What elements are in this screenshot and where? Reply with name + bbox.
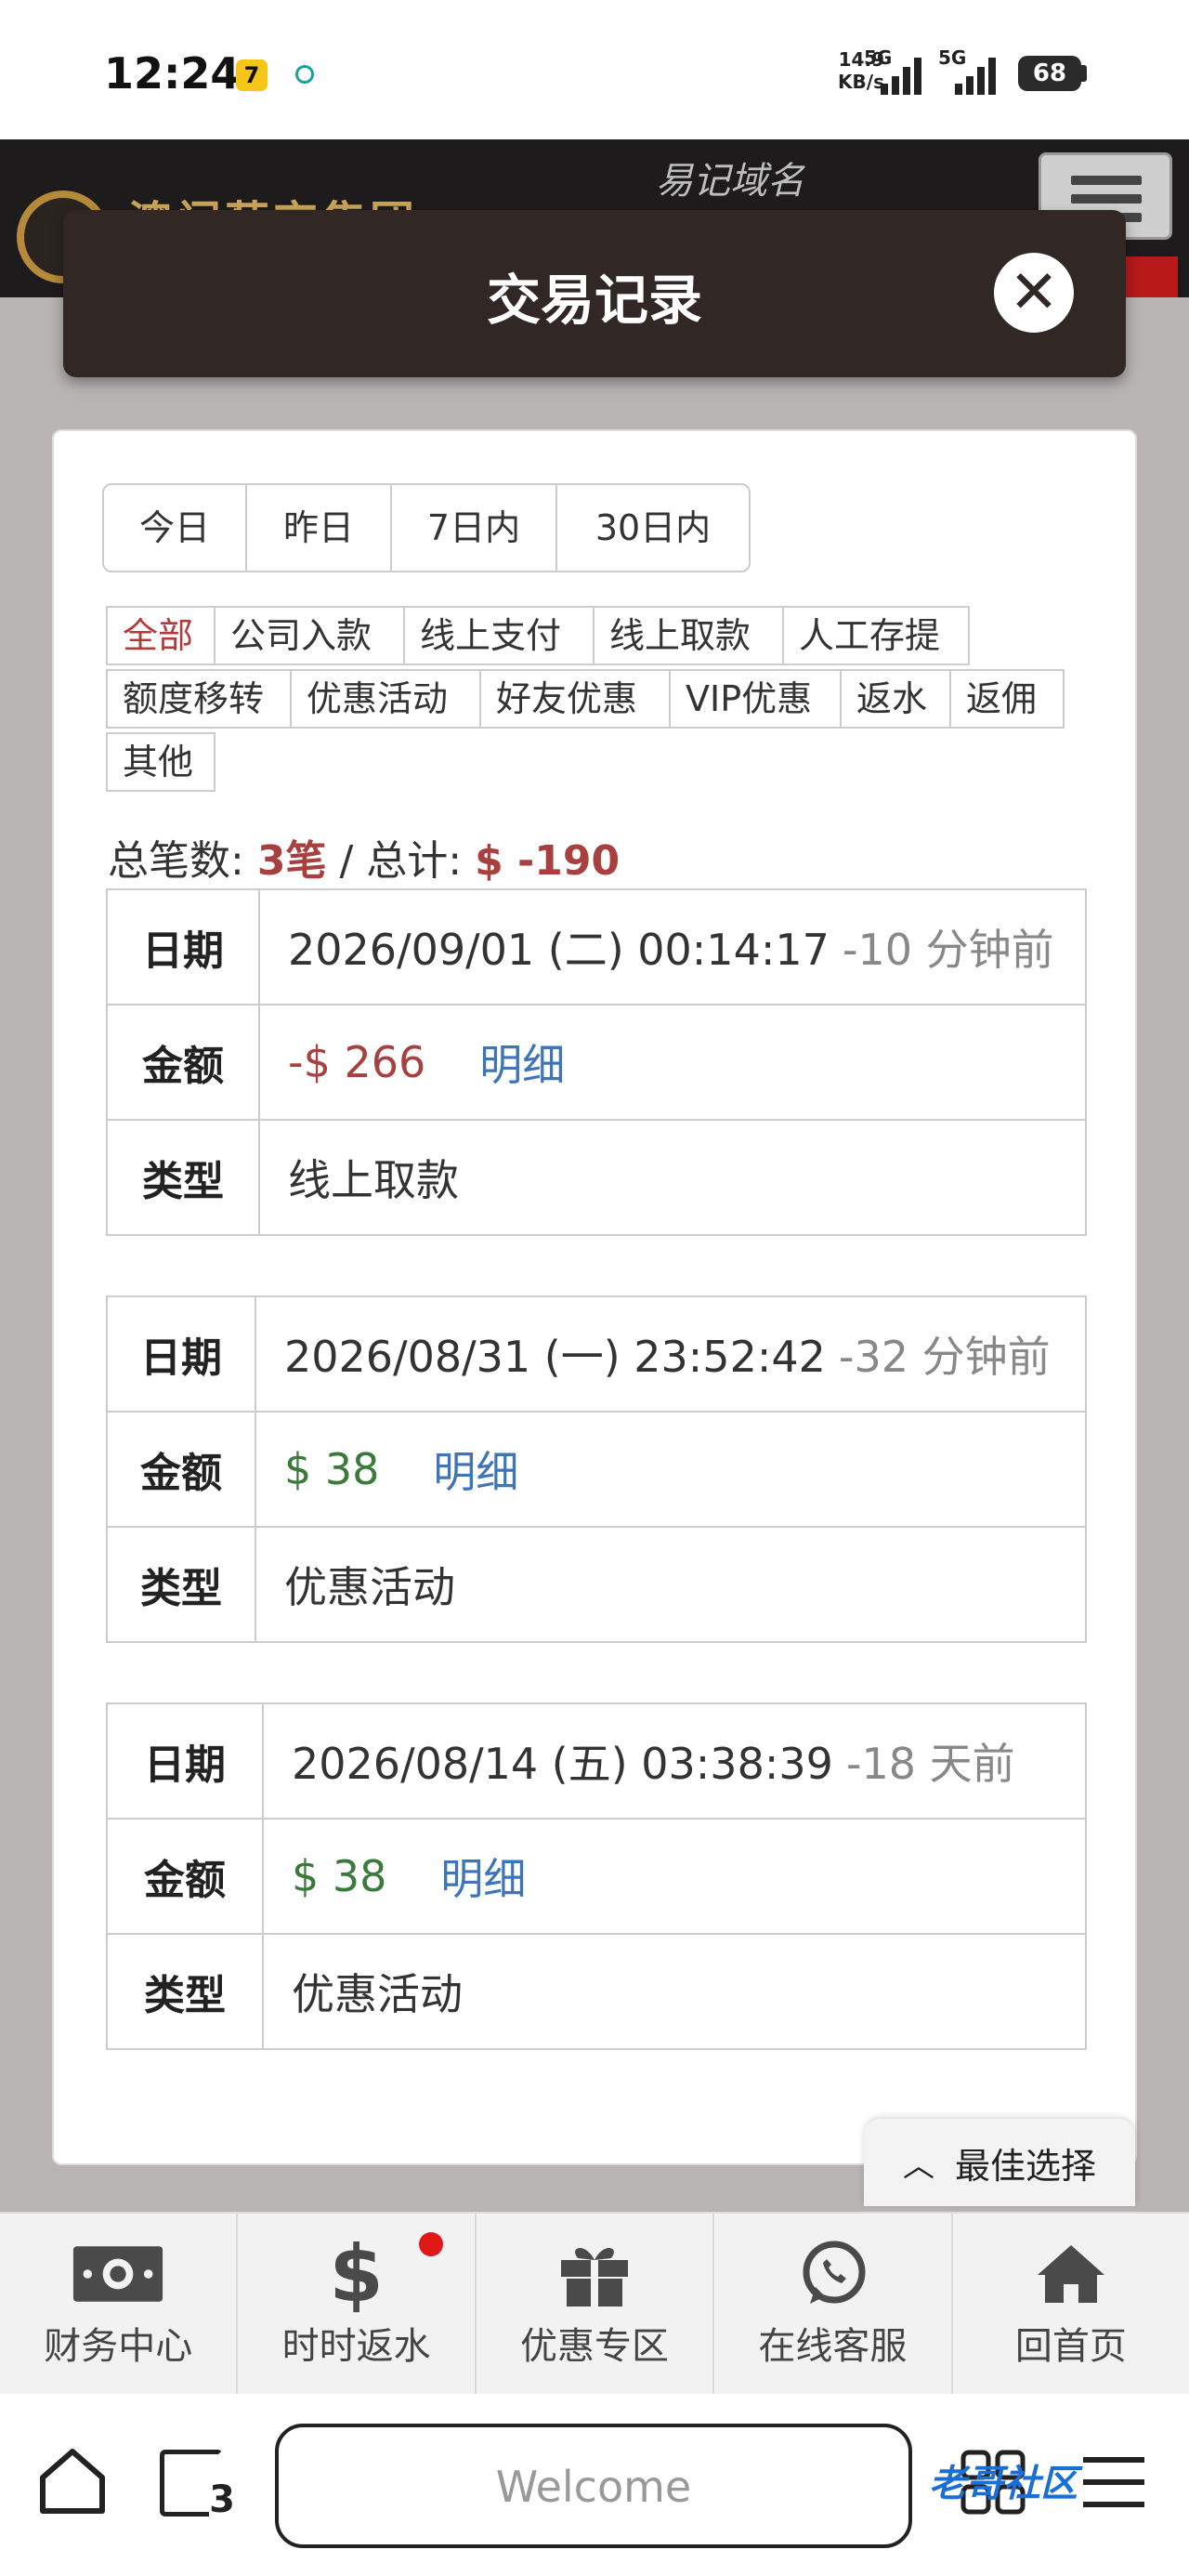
count-value: 3笔 xyxy=(256,837,327,885)
url-bar[interactable]: Welcome xyxy=(275,2424,912,2548)
type-label: 类型 xyxy=(108,1935,264,2048)
detail-link[interactable]: 明细 xyxy=(479,1032,565,1093)
date-filter-30days[interactable]: 30日内 xyxy=(557,485,749,571)
summary-separator: / xyxy=(339,837,354,885)
best-choice-button[interactable]: ︿ 最佳选择 xyxy=(864,2119,1135,2206)
summary-line: 总笔数: 3笔 / 总计: $ -190 xyxy=(108,827,620,887)
nav-label: 财务中心 xyxy=(44,2325,193,2368)
record-date: 2026/09/01 (二) 00:14:17 -10 分钟前 xyxy=(288,925,1054,975)
money-icon xyxy=(72,2238,164,2310)
type-filter-other[interactable]: 其他 xyxy=(106,732,216,792)
type-filter-transfer[interactable]: 额度移转 xyxy=(106,669,292,729)
tab-count: 3 xyxy=(209,2478,235,2521)
date-filter-7days[interactable]: 7日内 xyxy=(392,485,557,571)
browser-menu-icon[interactable] xyxy=(1083,2457,1144,2507)
notification-dot xyxy=(418,2232,443,2256)
nav-promotions[interactable]: 优惠专区 xyxy=(477,2214,715,2394)
nav-label: 时时返水 xyxy=(281,2325,431,2368)
detail-link[interactable]: 明细 xyxy=(433,1439,518,1500)
whatsapp-icon xyxy=(786,2238,879,2310)
nav-customer-service[interactable]: 在线客服 xyxy=(714,2214,953,2394)
nav-finance-center[interactable]: 财务中心 xyxy=(0,2214,239,2394)
header-accent-strip xyxy=(1124,256,1178,297)
record-amount: $ 38 xyxy=(292,1851,387,1901)
record-amount-cell: -$ 266 明细 xyxy=(260,1005,1085,1119)
transaction-record: 日期 2026/08/14 (五) 03:38:39 -18 天前 金额 $ 38… xyxy=(106,1702,1087,2050)
type-filter-rebate[interactable]: 返水 xyxy=(840,669,951,729)
type-label: 类型 xyxy=(108,1121,260,1234)
type-filter-friend-bonus[interactable]: 好友优惠 xyxy=(479,669,671,729)
date-label: 日期 xyxy=(108,1297,256,1411)
record-date: 2026/08/31 (一) 23:52:42 -32 分钟前 xyxy=(284,1332,1051,1382)
record-date: 2026/08/14 (五) 03:38:39 -18 天前 xyxy=(292,1739,1015,1789)
gift-icon xyxy=(548,2238,641,2310)
type-filter-vip[interactable]: VIP优惠 xyxy=(669,669,842,729)
transaction-record: 日期 2026/08/31 (一) 23:52:42 -32 分钟前 金额 $ 3… xyxy=(106,1295,1087,1643)
record-amount: -$ 266 xyxy=(288,1037,426,1087)
detail-link[interactable]: 明细 xyxy=(440,1846,526,1907)
type-filter-online-payment[interactable]: 线上支付 xyxy=(403,606,594,665)
date-label: 日期 xyxy=(108,1704,264,1818)
type-filter-commission[interactable]: 返佣 xyxy=(949,669,1065,729)
record-amount-cell: $ 38 明细 xyxy=(264,1820,1085,1933)
nav-rebate[interactable]: $ 时时返水 xyxy=(238,2214,477,2394)
modal-title: 交易记录 xyxy=(486,269,702,332)
record-amount: $ 38 xyxy=(284,1444,380,1494)
type-filter-online-withdrawal[interactable]: 线上取款 xyxy=(593,606,784,665)
record-type: 优惠活动 xyxy=(292,1969,463,2019)
type-filter-company-deposit[interactable]: 公司入款 xyxy=(214,606,405,665)
home-icon xyxy=(1025,2238,1117,2310)
browser-home-icon[interactable] xyxy=(37,2446,108,2520)
nav-home[interactable]: 回首页 xyxy=(953,2214,1189,2394)
best-choice-label: 最佳选择 xyxy=(954,2145,1096,2187)
record-type: 线上取款 xyxy=(288,1155,459,1205)
date-filter-today[interactable]: 今日 xyxy=(104,485,247,571)
amount-label: 金额 xyxy=(108,1005,260,1119)
app-notification-icon: 7 xyxy=(236,59,268,91)
type-filter-promotion[interactable]: 优惠活动 xyxy=(290,669,481,729)
signal-icon-2 xyxy=(955,56,1003,95)
watermark-logo: 老哥社区 xyxy=(929,2463,1078,2505)
type-label: 类型 xyxy=(108,1528,256,1641)
site-header-title: 易记域名 xyxy=(656,160,804,203)
type-filter-all[interactable]: 全部 xyxy=(106,606,216,665)
signal-icon xyxy=(881,56,929,95)
app-notification-icon-2 xyxy=(295,65,314,84)
total-label: 总计: xyxy=(366,837,463,885)
tabs-icon[interactable]: 3 xyxy=(160,2450,235,2521)
amount-label: 金额 xyxy=(108,1413,256,1526)
record-amount-cell: $ 38 明细 xyxy=(256,1413,1085,1526)
bottom-nav: 财务中心 $ 时时返水 优惠专区 在线客服 回首页 xyxy=(0,2212,1189,2394)
date-filter-group: 今日 昨日 7日内 30日内 xyxy=(102,483,751,572)
count-label: 总笔数: xyxy=(108,837,244,885)
status-time: 12:24 xyxy=(104,48,241,99)
nav-label: 优惠专区 xyxy=(520,2325,670,2368)
date-filter-yesterday[interactable]: 昨日 xyxy=(247,485,392,571)
battery-tip xyxy=(1081,65,1087,82)
date-label: 日期 xyxy=(108,890,260,1004)
nav-label: 在线客服 xyxy=(758,2325,908,2368)
chevron-up-icon: ︿ xyxy=(902,2147,934,2185)
transaction-record: 日期 2026/09/01 (二) 00:14:17 -10 分钟前 金额 -$ … xyxy=(106,888,1087,1236)
dollar-icon: $ xyxy=(329,2228,384,2320)
type-filter-manual[interactable]: 人工存提 xyxy=(782,606,970,665)
total-value: $ -190 xyxy=(475,837,621,885)
close-icon[interactable]: ✕ xyxy=(994,253,1074,333)
nav-label: 回首页 xyxy=(1014,2325,1127,2368)
battery-icon: 68 xyxy=(1018,56,1081,91)
amount-label: 金额 xyxy=(108,1820,264,1933)
record-type: 优惠活动 xyxy=(284,1562,455,1612)
